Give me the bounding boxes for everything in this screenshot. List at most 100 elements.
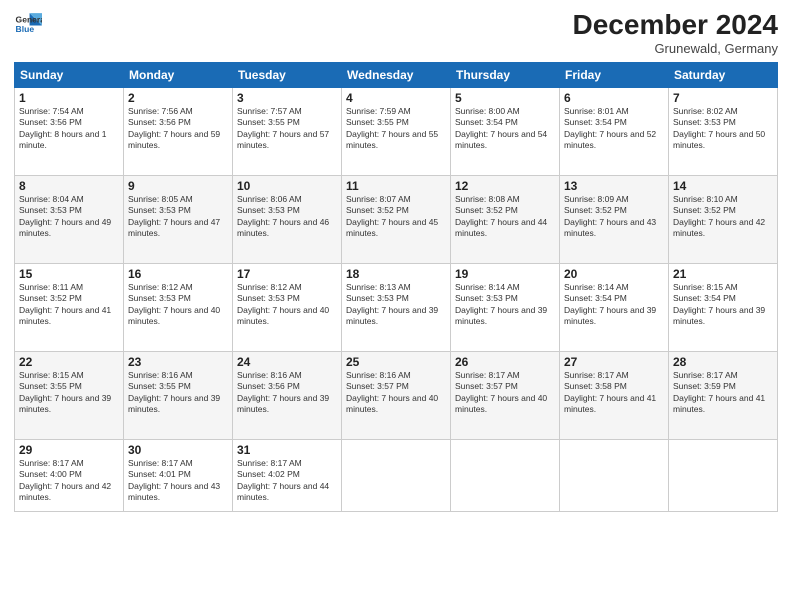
header-monday: Monday	[124, 62, 233, 87]
calendar-cell: 14 Sunrise: 8:10 AMSunset: 3:52 PMDaylig…	[669, 175, 778, 263]
day-number: 14	[673, 179, 773, 193]
cell-info: Sunrise: 8:05 AMSunset: 3:53 PMDaylight:…	[128, 194, 228, 240]
day-number: 18	[346, 267, 446, 281]
cell-info: Sunrise: 8:12 AMSunset: 3:53 PMDaylight:…	[237, 282, 337, 328]
header-thursday: Thursday	[451, 62, 560, 87]
cell-info: Sunrise: 8:04 AMSunset: 3:53 PMDaylight:…	[19, 194, 119, 240]
header-tuesday: Tuesday	[233, 62, 342, 87]
calendar-cell: 25 Sunrise: 8:16 AMSunset: 3:57 PMDaylig…	[342, 351, 451, 439]
day-number: 27	[564, 355, 664, 369]
cell-info: Sunrise: 7:59 AMSunset: 3:55 PMDaylight:…	[346, 106, 446, 152]
cell-info: Sunrise: 8:17 AMSunset: 3:59 PMDaylight:…	[673, 370, 773, 416]
calendar-cell: 26 Sunrise: 8:17 AMSunset: 3:57 PMDaylig…	[451, 351, 560, 439]
calendar-cell: 1 Sunrise: 7:54 AMSunset: 3:56 PMDayligh…	[15, 87, 124, 175]
calendar-cell: 22 Sunrise: 8:15 AMSunset: 3:55 PMDaylig…	[15, 351, 124, 439]
cell-info: Sunrise: 8:17 AMSunset: 3:58 PMDaylight:…	[564, 370, 664, 416]
calendar-cell: 18 Sunrise: 8:13 AMSunset: 3:53 PMDaylig…	[342, 263, 451, 351]
cell-info: Sunrise: 8:16 AMSunset: 3:57 PMDaylight:…	[346, 370, 446, 416]
cell-info: Sunrise: 8:15 AMSunset: 3:55 PMDaylight:…	[19, 370, 119, 416]
day-headers: Sunday Monday Tuesday Wednesday Thursday…	[15, 62, 778, 87]
day-number: 2	[128, 91, 228, 105]
day-number: 17	[237, 267, 337, 281]
day-number: 13	[564, 179, 664, 193]
day-number: 5	[455, 91, 555, 105]
cell-info: Sunrise: 7:54 AMSunset: 3:56 PMDaylight:…	[19, 106, 119, 152]
day-number: 26	[455, 355, 555, 369]
logo-icon: General Blue	[14, 10, 42, 38]
title-block: December 2024 Grunewald, Germany	[573, 10, 778, 56]
day-number: 6	[564, 91, 664, 105]
month-title: December 2024	[573, 10, 778, 41]
day-number: 30	[128, 443, 228, 457]
day-number: 23	[128, 355, 228, 369]
calendar-cell: 6 Sunrise: 8:01 AMSunset: 3:54 PMDayligh…	[560, 87, 669, 175]
calendar-cell: 16 Sunrise: 8:12 AMSunset: 3:53 PMDaylig…	[124, 263, 233, 351]
day-number: 11	[346, 179, 446, 193]
day-number: 9	[128, 179, 228, 193]
calendar-cell: 7 Sunrise: 8:02 AMSunset: 3:53 PMDayligh…	[669, 87, 778, 175]
calendar-cell: 3 Sunrise: 7:57 AMSunset: 3:55 PMDayligh…	[233, 87, 342, 175]
calendar-container: General Blue December 2024 Grunewald, Ge…	[0, 0, 792, 522]
calendar-cell: 30 Sunrise: 8:17 AMSunset: 4:01 PMDaylig…	[124, 439, 233, 511]
calendar-cell: 13 Sunrise: 8:09 AMSunset: 3:52 PMDaylig…	[560, 175, 669, 263]
cell-info: Sunrise: 7:56 AMSunset: 3:56 PMDaylight:…	[128, 106, 228, 152]
day-number: 29	[19, 443, 119, 457]
day-number: 20	[564, 267, 664, 281]
cell-info: Sunrise: 8:14 AMSunset: 3:54 PMDaylight:…	[564, 282, 664, 328]
header: General Blue December 2024 Grunewald, Ge…	[14, 10, 778, 56]
calendar-cell: 23 Sunrise: 8:16 AMSunset: 3:55 PMDaylig…	[124, 351, 233, 439]
day-number: 22	[19, 355, 119, 369]
cell-info: Sunrise: 8:07 AMSunset: 3:52 PMDaylight:…	[346, 194, 446, 240]
cell-info: Sunrise: 8:00 AMSunset: 3:54 PMDaylight:…	[455, 106, 555, 152]
cell-info: Sunrise: 8:13 AMSunset: 3:53 PMDaylight:…	[346, 282, 446, 328]
header-saturday: Saturday	[669, 62, 778, 87]
day-number: 19	[455, 267, 555, 281]
cell-info: Sunrise: 8:17 AMSunset: 3:57 PMDaylight:…	[455, 370, 555, 416]
calendar-cell: 11 Sunrise: 8:07 AMSunset: 3:52 PMDaylig…	[342, 175, 451, 263]
calendar-cell: 28 Sunrise: 8:17 AMSunset: 3:59 PMDaylig…	[669, 351, 778, 439]
day-number: 1	[19, 91, 119, 105]
cell-info: Sunrise: 8:14 AMSunset: 3:53 PMDaylight:…	[455, 282, 555, 328]
cell-info: Sunrise: 8:01 AMSunset: 3:54 PMDaylight:…	[564, 106, 664, 152]
day-number: 24	[237, 355, 337, 369]
day-number: 4	[346, 91, 446, 105]
calendar-cell: 24 Sunrise: 8:16 AMSunset: 3:56 PMDaylig…	[233, 351, 342, 439]
calendar-cell: 21 Sunrise: 8:15 AMSunset: 3:54 PMDaylig…	[669, 263, 778, 351]
calendar-cell	[342, 439, 451, 511]
location: Grunewald, Germany	[573, 41, 778, 56]
calendar-cell: 15 Sunrise: 8:11 AMSunset: 3:52 PMDaylig…	[15, 263, 124, 351]
calendar-cell: 10 Sunrise: 8:06 AMSunset: 3:53 PMDaylig…	[233, 175, 342, 263]
logo: General Blue	[14, 10, 42, 38]
cell-info: Sunrise: 8:17 AMSunset: 4:01 PMDaylight:…	[128, 458, 228, 504]
calendar-cell: 8 Sunrise: 8:04 AMSunset: 3:53 PMDayligh…	[15, 175, 124, 263]
calendar-cell: 27 Sunrise: 8:17 AMSunset: 3:58 PMDaylig…	[560, 351, 669, 439]
day-number: 8	[19, 179, 119, 193]
cell-info: Sunrise: 8:02 AMSunset: 3:53 PMDaylight:…	[673, 106, 773, 152]
cell-info: Sunrise: 8:16 AMSunset: 3:56 PMDaylight:…	[237, 370, 337, 416]
calendar-cell	[560, 439, 669, 511]
cell-info: Sunrise: 8:16 AMSunset: 3:55 PMDaylight:…	[128, 370, 228, 416]
cell-info: Sunrise: 8:10 AMSunset: 3:52 PMDaylight:…	[673, 194, 773, 240]
cell-info: Sunrise: 8:15 AMSunset: 3:54 PMDaylight:…	[673, 282, 773, 328]
calendar-cell: 20 Sunrise: 8:14 AMSunset: 3:54 PMDaylig…	[560, 263, 669, 351]
header-wednesday: Wednesday	[342, 62, 451, 87]
calendar-cell: 19 Sunrise: 8:14 AMSunset: 3:53 PMDaylig…	[451, 263, 560, 351]
cell-info: Sunrise: 7:57 AMSunset: 3:55 PMDaylight:…	[237, 106, 337, 152]
calendar-cell: 9 Sunrise: 8:05 AMSunset: 3:53 PMDayligh…	[124, 175, 233, 263]
header-sunday: Sunday	[15, 62, 124, 87]
day-number: 16	[128, 267, 228, 281]
day-number: 21	[673, 267, 773, 281]
cell-info: Sunrise: 8:12 AMSunset: 3:53 PMDaylight:…	[128, 282, 228, 328]
calendar-table: Sunday Monday Tuesday Wednesday Thursday…	[14, 62, 778, 512]
day-number: 25	[346, 355, 446, 369]
day-number: 15	[19, 267, 119, 281]
calendar-cell: 12 Sunrise: 8:08 AMSunset: 3:52 PMDaylig…	[451, 175, 560, 263]
calendar-cell	[451, 439, 560, 511]
day-number: 3	[237, 91, 337, 105]
header-friday: Friday	[560, 62, 669, 87]
cell-info: Sunrise: 8:17 AMSunset: 4:02 PMDaylight:…	[237, 458, 337, 504]
calendar-cell: 31 Sunrise: 8:17 AMSunset: 4:02 PMDaylig…	[233, 439, 342, 511]
calendar-cell: 5 Sunrise: 8:00 AMSunset: 3:54 PMDayligh…	[451, 87, 560, 175]
cell-info: Sunrise: 8:08 AMSunset: 3:52 PMDaylight:…	[455, 194, 555, 240]
calendar-cell	[669, 439, 778, 511]
